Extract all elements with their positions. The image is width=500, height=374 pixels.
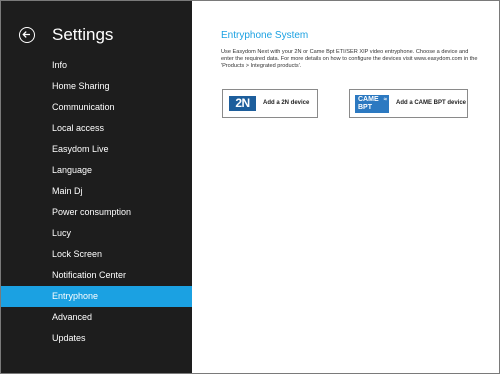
page-title: Entryphone System — [221, 30, 309, 41]
sidebar-item-advanced[interactable]: Advanced — [1, 307, 192, 328]
back-arrow-icon — [22, 31, 30, 38]
settings-menu: Info Home Sharing Communication Local ac… — [1, 55, 192, 349]
sidebar-item-lock-screen[interactable]: Lock Screen — [1, 244, 192, 265]
came-logo-text: CAME — [358, 96, 379, 103]
sidebar-item-local-access[interactable]: Local access — [1, 118, 192, 139]
came-bpt-logo: CAME BPT ≈ — [355, 95, 389, 113]
sidebar-item-easydom-live[interactable]: Easydom Live — [1, 139, 192, 160]
page-description: Use Easydom Next with your 2N or Came Bp… — [221, 49, 478, 69]
sidebar-item-home-sharing[interactable]: Home Sharing — [1, 76, 192, 97]
sidebar-item-communication[interactable]: Communication — [1, 97, 192, 118]
add-came-bpt-device-label: Add a CAME BPT device — [396, 100, 467, 106]
sidebar-item-power-consumption[interactable]: Power consumption — [1, 202, 192, 223]
sidebar-item-updates[interactable]: Updates — [1, 328, 192, 349]
came-wave-icon: ≈ — [383, 97, 387, 103]
2n-logo: 2N — [229, 96, 256, 111]
bpt-logo-text: BPT — [358, 104, 372, 111]
add-came-bpt-device-button[interactable]: CAME BPT ≈ Add a CAME BPT device — [349, 89, 468, 118]
sidebar: Settings Info Home Sharing Communication… — [1, 1, 192, 373]
add-2n-device-button[interactable]: 2N Add a 2N device — [222, 89, 318, 118]
sidebar-title: Settings — [52, 25, 114, 44]
sidebar-item-notification-center[interactable]: Notification Center — [1, 265, 192, 286]
add-2n-device-label: Add a 2N device — [263, 100, 310, 106]
app-window: Settings Info Home Sharing Communication… — [0, 0, 500, 374]
sidebar-item-language[interactable]: Language — [1, 160, 192, 181]
sidebar-item-lucy[interactable]: Lucy — [1, 223, 192, 244]
sidebar-item-entryphone[interactable]: Entryphone — [1, 286, 192, 307]
back-button[interactable] — [19, 27, 35, 43]
sidebar-item-info[interactable]: Info — [1, 55, 192, 76]
main-content: Entryphone System Use Easydom Next with … — [192, 1, 499, 373]
sidebar-item-main-dj[interactable]: Main Dj — [1, 181, 192, 202]
